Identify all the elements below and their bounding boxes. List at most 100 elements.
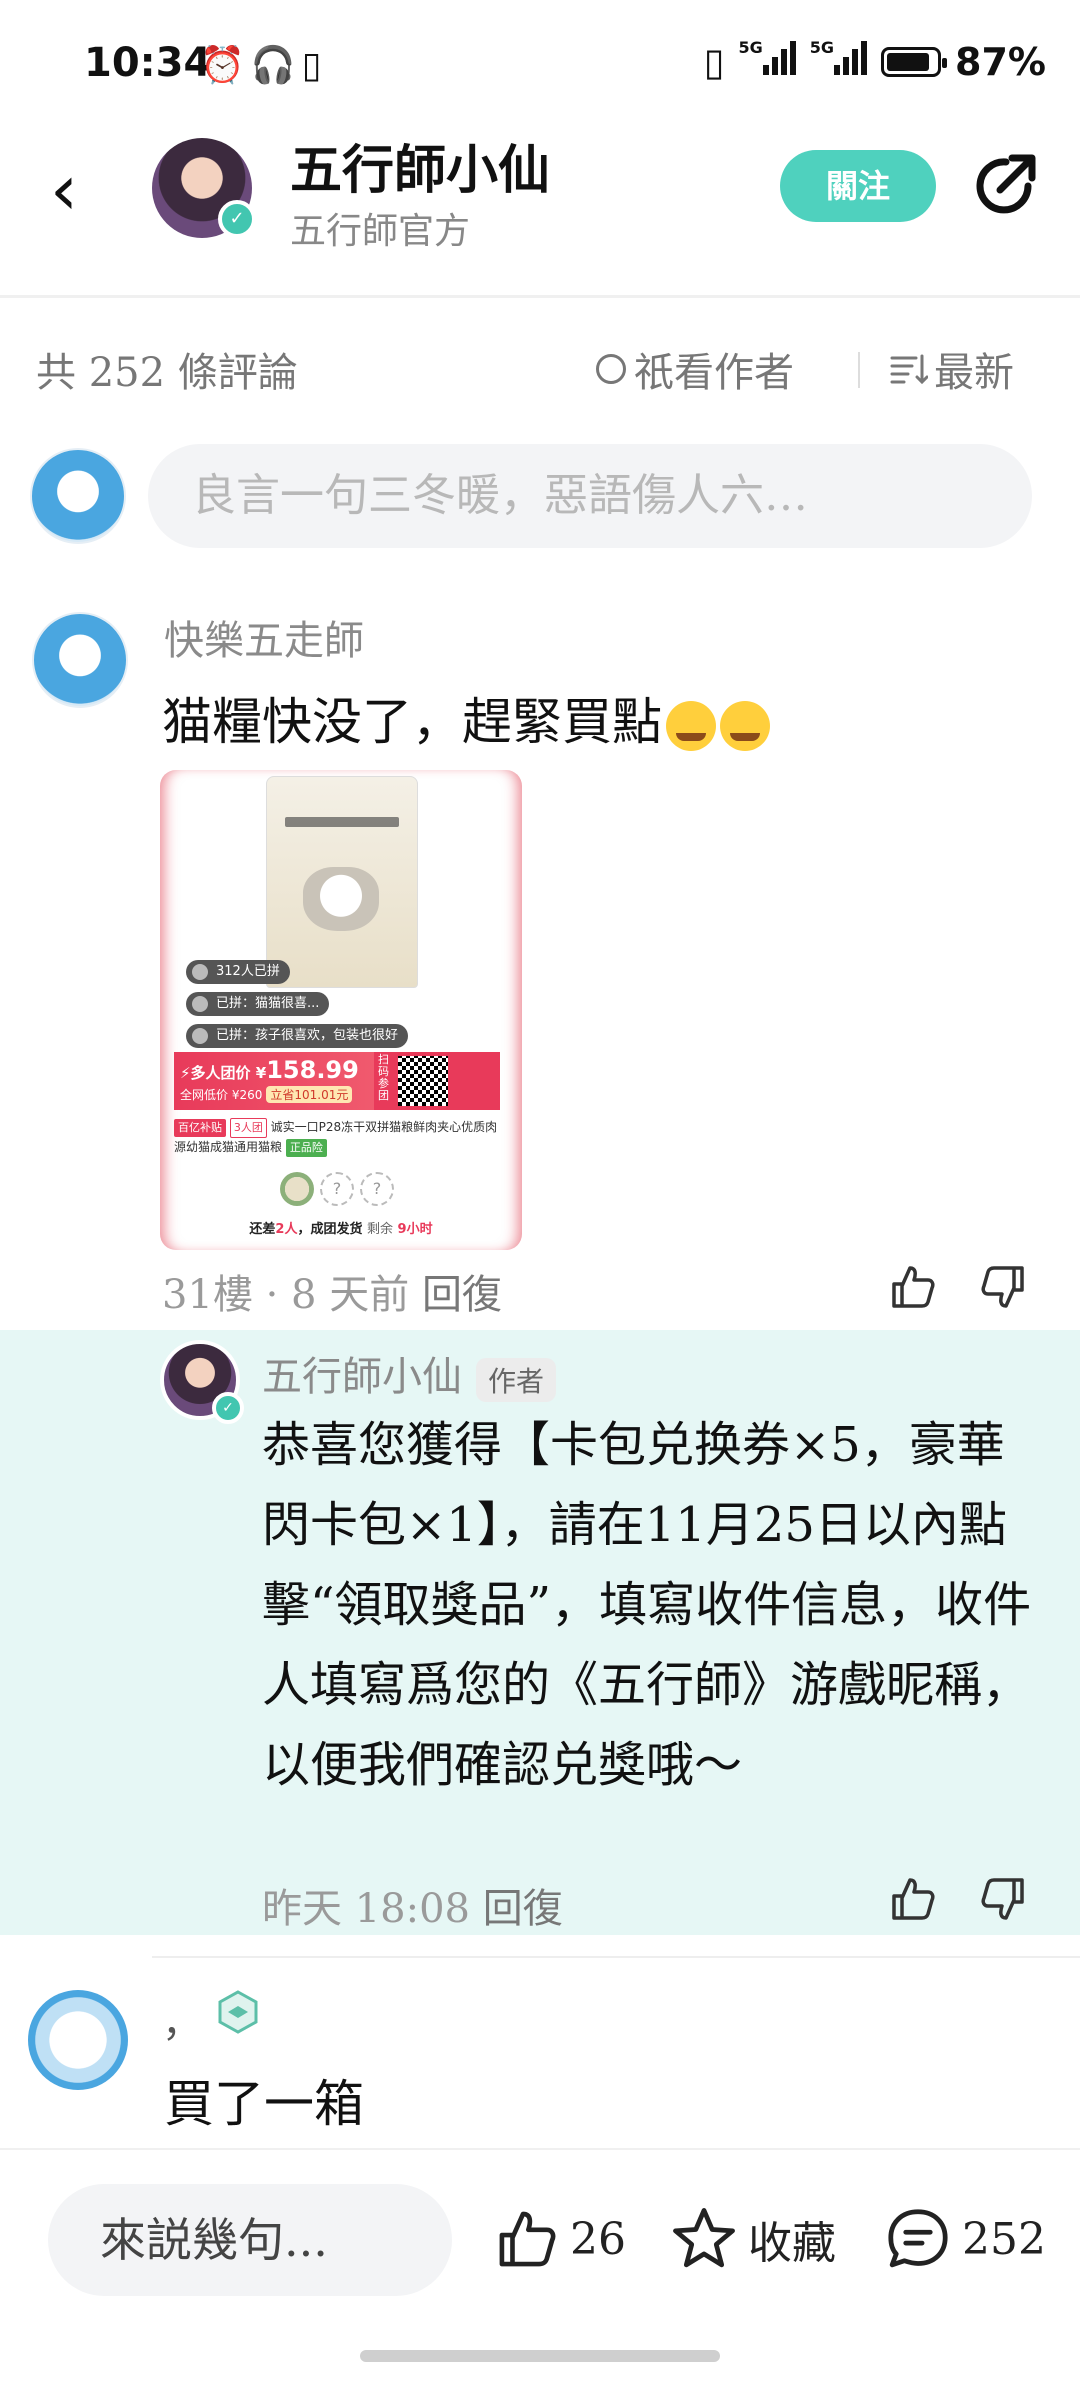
home-indicator[interactable] bbox=[360, 2350, 720, 2362]
vibrate-icon: ▯ bbox=[703, 40, 725, 84]
comments-count: 252 bbox=[962, 2213, 1046, 2265]
network-type-2: 5G bbox=[809, 38, 835, 57]
commenter-avatar[interactable] bbox=[28, 1990, 128, 2090]
share-icon[interactable] bbox=[970, 150, 1040, 220]
comment-meta: 31樓 · 8 天前 回復 bbox=[162, 1262, 502, 1320]
verified-icon: ✓ bbox=[212, 1392, 244, 1424]
commenter-name[interactable]: 快樂五走師 bbox=[164, 608, 364, 666]
favorite-button[interactable]: 收藏 bbox=[670, 2204, 836, 2274]
reply-text: 恭喜您獲得【卡包兑换券×5，豪華閃卡包×1】，請在11月25日以內點擊“領取獎品… bbox=[262, 1417, 1032, 1793]
bag-label bbox=[285, 817, 399, 827]
group-footer: 还差2人，成团发货 剩余 9小时 bbox=[160, 1218, 522, 1237]
crying-emoji-icon bbox=[720, 701, 770, 751]
radio-icon bbox=[596, 354, 626, 384]
say-something-input[interactable]: 來説幾句... bbox=[48, 2184, 452, 2296]
author-subtitle: 五行師官方 bbox=[290, 211, 471, 252]
comment-text: 猫糧快没了，趕緊買點 bbox=[162, 682, 770, 754]
save-badge: 立省101.01元 bbox=[266, 1086, 353, 1103]
reply-user-name: 五行師小仙 bbox=[262, 1354, 462, 1400]
only-author-label: 祇看作者 bbox=[634, 350, 794, 396]
commenter-name[interactable]: ， bbox=[162, 1990, 202, 2048]
empty-slot-icon: ? bbox=[320, 1172, 354, 1206]
status-icons-right: ▯ 5G 5G 87% bbox=[703, 38, 1046, 85]
headphones-icon: 🎧 bbox=[250, 45, 302, 86]
back-icon[interactable]: ‹ bbox=[50, 150, 110, 230]
signal-bars-icon bbox=[834, 41, 868, 75]
battery-icon bbox=[881, 47, 948, 77]
favorite-label: 收藏 bbox=[748, 2218, 836, 2269]
qr-label: 扫码参团 bbox=[378, 1053, 389, 1102]
cat-food-bag bbox=[266, 776, 418, 988]
sort-label: 最新 bbox=[934, 350, 1014, 396]
alarm-icon: ⏰ bbox=[200, 45, 251, 86]
signal-bars-icon bbox=[762, 41, 796, 75]
group-tag: 3人团 bbox=[229, 1118, 267, 1138]
like-button[interactable]: 26 bbox=[494, 2204, 626, 2274]
group-chip: 已拼：猫猫很喜... bbox=[186, 992, 330, 1016]
comment-count: 共 252 條評論 bbox=[36, 350, 298, 396]
low-price: 全网低价 ¥260 bbox=[180, 1088, 263, 1102]
only-author-toggle[interactable]: 祇看作者 bbox=[596, 340, 794, 398]
like-icon[interactable] bbox=[888, 1874, 938, 1924]
like-icon bbox=[499, 2211, 556, 2267]
reply-time: 昨天 18:08 bbox=[262, 1886, 470, 1932]
dislike-icon[interactable] bbox=[978, 1262, 1028, 1312]
filter-separator bbox=[858, 352, 860, 388]
sort-icon bbox=[890, 354, 928, 385]
member-avatar bbox=[280, 1172, 314, 1206]
product-description: 百亿补贴 3人团 诚实一口P28冻干双拼猫粮鲜肉夹心优质肉源幼猫成猫通用猫粮 正… bbox=[174, 1118, 504, 1157]
battery-level: 87% bbox=[955, 40, 1046, 84]
footer-mid: ，成团发货 bbox=[297, 1222, 363, 1237]
commenter-avatar[interactable] bbox=[32, 612, 128, 708]
network-type-1: 5G bbox=[738, 38, 763, 57]
comment-text: 買了一箱 bbox=[164, 2075, 364, 2133]
price-value: 158.99 bbox=[266, 1056, 359, 1084]
reply-button[interactable]: 回復 bbox=[483, 1886, 563, 1932]
follow-button[interactable]: 關注 bbox=[780, 150, 936, 222]
price-line: ⚡多人团价 ¥158.99 bbox=[180, 1056, 359, 1084]
author-name[interactable]: 五行師小仙 bbox=[290, 128, 550, 203]
status-time: 10:34 bbox=[84, 40, 212, 86]
price-label: 多人团价 ¥ bbox=[190, 1064, 267, 1082]
reply-meta: 昨天 18:08 回復 bbox=[262, 1876, 563, 1934]
empty-slot-icon: ? bbox=[360, 1172, 394, 1206]
footer-remain: 剩余 bbox=[367, 1222, 394, 1237]
crying-emoji-icon bbox=[666, 701, 716, 751]
price-band: ⚡多人团价 ¥158.99 全网低价 ¥260 立省101.01元 bbox=[174, 1052, 374, 1110]
sort-button[interactable]: 最新 bbox=[890, 340, 1014, 398]
my-avatar bbox=[30, 448, 126, 544]
product-card-image[interactable]: 312人已拼 已拼：猫猫很喜... 已拼：孩子很喜欢，包装也很好 ⚡多人团价 ¥… bbox=[160, 770, 522, 1250]
genuine-tag: 正品险 bbox=[285, 1139, 327, 1157]
cat-picture bbox=[303, 867, 379, 931]
comments-button[interactable]: 252 bbox=[884, 2204, 1046, 2274]
group-chip: 已拼：孩子很喜欢，包装也很好 bbox=[186, 1024, 409, 1048]
qr-box: 扫码参团 bbox=[374, 1052, 500, 1110]
author-tag: 作者 bbox=[476, 1358, 557, 1402]
status-bar: 10:34 ⏰🎧▯ ▯ 5G 5G 87% bbox=[0, 0, 1080, 130]
star-icon bbox=[673, 2208, 735, 2268]
comment-divider bbox=[152, 1956, 1080, 1958]
footer-prefix: 还差 bbox=[249, 1222, 276, 1237]
footer-count: 2人 bbox=[275, 1222, 298, 1237]
like-icon[interactable] bbox=[888, 1262, 938, 1312]
group-chip: 312人已拼 bbox=[186, 960, 290, 984]
status-icons-left: ⏰🎧▯ bbox=[200, 44, 327, 86]
verified-icon: ✓ bbox=[218, 200, 256, 238]
comment-bubble-icon bbox=[888, 2209, 948, 2268]
reply-button[interactable]: 回復 bbox=[422, 1272, 502, 1318]
bottom-divider bbox=[0, 2148, 1080, 2150]
comment-floor-time: 31樓 · 8 天前 bbox=[162, 1272, 410, 1318]
storage-icon: ▯ bbox=[301, 45, 328, 86]
reply-user[interactable]: 五行師小仙 作者 bbox=[262, 1344, 557, 1402]
dislike-icon[interactable] bbox=[978, 1874, 1028, 1924]
subsidy-tag: 百亿补贴 bbox=[174, 1119, 226, 1137]
level-badge-icon bbox=[218, 1990, 258, 2034]
signal-2: 5G bbox=[809, 38, 868, 84]
header-divider bbox=[0, 295, 1080, 298]
comment-text-content: 猫糧快没了，趕緊買點 bbox=[162, 693, 662, 751]
qr-code-icon bbox=[398, 1056, 448, 1106]
price-sub: 全网低价 ¥260 立省101.01元 bbox=[180, 1086, 353, 1103]
footer-time: 9小时 bbox=[397, 1222, 433, 1237]
comment-input[interactable]: 良言一句三冬暖，惡語傷人六… bbox=[148, 444, 1032, 548]
signal-1: 5G bbox=[739, 40, 796, 84]
